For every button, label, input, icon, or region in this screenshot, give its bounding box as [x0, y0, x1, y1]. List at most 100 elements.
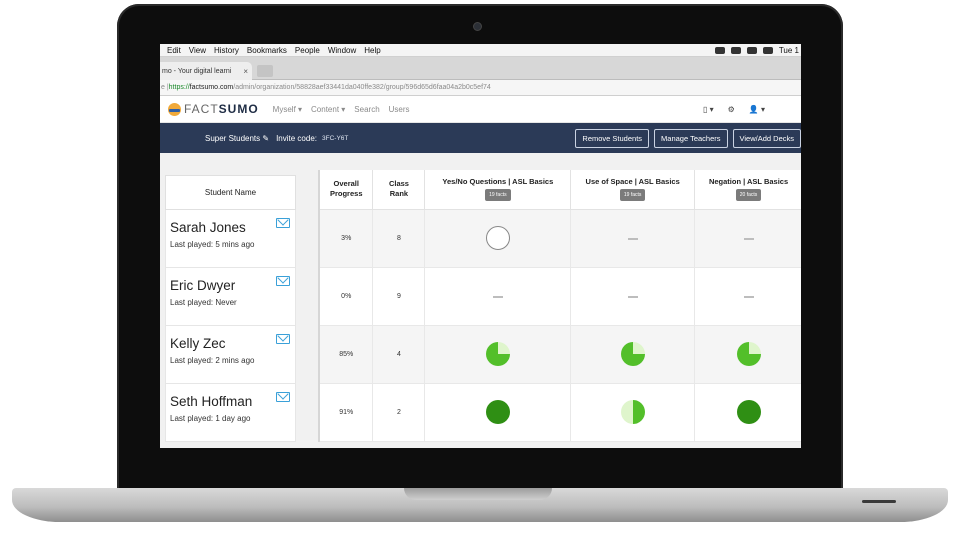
deck-progress-cell[interactable] — [570, 383, 696, 442]
device-menu-icon[interactable]: ▯ ▾ — [703, 105, 714, 114]
url-prefix: e | — [161, 84, 169, 91]
deck-progress-cell[interactable] — [424, 267, 572, 326]
not-started-dash-icon[interactable] — [743, 295, 754, 298]
menu-help[interactable]: Help — [364, 46, 380, 55]
last-played: Last played: 5 mins ago — [170, 240, 255, 249]
menu-people[interactable]: People — [295, 46, 320, 55]
progress-pie-icon[interactable] — [485, 342, 510, 366]
progress-pie-icon[interactable] — [620, 400, 645, 424]
menu-bookmarks[interactable]: Bookmarks — [247, 46, 287, 55]
mail-icon[interactable] — [276, 276, 290, 286]
nav-users[interactable]: Users — [389, 105, 410, 114]
progress-pie-icon[interactable] — [736, 400, 761, 424]
main-content: Student Name Sarah Jones Last played: 5 … — [160, 153, 801, 448]
url-path: /admin/organization/58828aef33441da040ff… — [233, 84, 491, 91]
last-played: Last played: 2 mins ago — [170, 356, 255, 365]
overall-progress-cell: 0% — [320, 267, 374, 326]
deck-progress-cell[interactable] — [424, 209, 572, 268]
student-row[interactable]: Kelly Zec Last played: 2 mins ago — [165, 326, 296, 384]
student-row[interactable]: Seth Hoffman Last played: 1 day ago — [165, 384, 296, 442]
address-bar[interactable]: e | https:// factsumo.com /admin/organiz… — [160, 80, 801, 96]
invite-code-label: Invite code: — [276, 133, 317, 143]
mail-icon[interactable] — [276, 392, 290, 402]
deck-title: Negation | ASL Basics — [708, 177, 789, 187]
remove-students-button[interactable]: Remove Students — [575, 128, 650, 148]
overall-progress-cell: 3% — [320, 209, 374, 268]
battery-icon[interactable] — [762, 46, 773, 54]
last-played: Last played: 1 day ago — [170, 414, 251, 423]
tab-title: mo - Your digital learni — [162, 67, 232, 75]
browser-tabbar: mo - Your digital learni × — [160, 57, 801, 80]
laptop-indicator — [862, 500, 896, 503]
fact-count-badge: 20 facts — [735, 189, 762, 202]
fact-count-badge: 19 facts — [485, 189, 511, 202]
progress-row: 0% 9 — [320, 267, 801, 326]
logo-text-sumo[interactable]: SUMO — [219, 102, 259, 116]
invite-code: 3FC-Y6T — [322, 134, 349, 142]
deck-progress-cell[interactable] — [570, 325, 696, 384]
wifi-icon[interactable] — [730, 46, 741, 54]
deck-title: Yes/No Questions | ASL Basics — [442, 177, 554, 187]
progress-pie-icon[interactable] — [736, 342, 761, 366]
class-rank-cell: 9 — [372, 267, 426, 326]
not-started-dash-icon[interactable] — [492, 295, 503, 298]
deck-header[interactable]: Negation | ASL Basics 20 facts — [694, 170, 801, 210]
manage-teachers-button[interactable]: Manage Teachers — [654, 128, 728, 148]
nav-myself[interactable]: Myself ▾ — [273, 105, 302, 114]
url-host: factsumo.com — [189, 84, 234, 91]
deck-progress-cell[interactable] — [694, 267, 801, 326]
deck-progress-cell[interactable] — [694, 383, 801, 442]
not-started-dash-icon[interactable] — [743, 237, 754, 240]
deck-progress-cell[interactable] — [694, 325, 801, 384]
deck-header[interactable]: Yes/No Questions | ASL Basics 19 facts — [424, 170, 572, 210]
nav-content[interactable]: Content ▾ — [311, 105, 345, 114]
laptop-notch — [404, 488, 552, 500]
class-rank-cell: 2 — [372, 383, 426, 442]
deck-progress-cell[interactable] — [694, 209, 801, 268]
progress-row: 3% 8 — [320, 209, 801, 268]
deck-header[interactable]: Use of Space | ASL Basics 19 facts — [570, 170, 696, 210]
fact-count-badge: 19 facts — [619, 189, 646, 202]
view-add-decks-button[interactable]: View/Add Decks — [732, 128, 801, 148]
deck-title: Use of Space | ASL Basics — [585, 177, 680, 187]
progress-row: 85% 4 — [320, 325, 801, 384]
menu-history[interactable]: History — [214, 46, 239, 55]
deck-progress-cell[interactable] — [570, 267, 696, 326]
group-name[interactable]: Super Students ✎ — [205, 134, 269, 143]
site-header: FACT SUMO Myself ▾ Content ▾ Search User… — [160, 96, 801, 123]
deck-progress-cell[interactable] — [424, 325, 572, 384]
gear-icon[interactable]: ⚙ — [728, 105, 735, 114]
student-row[interactable]: Sarah Jones Last played: 5 mins ago — [165, 210, 296, 268]
camera-icon — [473, 22, 482, 31]
not-started-dash-icon[interactable] — [627, 295, 638, 298]
logo-text-fact[interactable]: FACT — [184, 102, 219, 116]
dropbox-icon[interactable] — [714, 46, 725, 54]
menu-view[interactable]: View — [189, 46, 206, 55]
deck-progress-cell[interactable] — [424, 383, 572, 442]
screen: Edit View History Bookmarks People Windo… — [160, 44, 801, 448]
browser-tab[interactable]: mo - Your digital learni × — [160, 62, 252, 80]
mail-icon[interactable] — [276, 334, 290, 344]
nav-search[interactable]: Search — [354, 105, 379, 114]
progress-pie-icon[interactable] — [485, 400, 510, 424]
new-tab-button[interactable] — [257, 65, 273, 77]
not-started-dash-icon[interactable] — [627, 237, 638, 240]
progress-pie-icon[interactable] — [620, 342, 645, 366]
class-rank-header: Class Rank — [372, 170, 426, 210]
factsumo-logo-icon[interactable] — [168, 102, 181, 116]
airplay-icon[interactable] — [746, 46, 757, 54]
url-scheme: https:// — [168, 84, 190, 91]
student-name-header: Student Name — [165, 175, 296, 210]
mail-icon[interactable] — [276, 218, 290, 228]
menu-edit[interactable]: Edit — [167, 46, 181, 55]
deck-progress-cell[interactable] — [570, 209, 696, 268]
close-tab-icon[interactable]: × — [243, 67, 252, 76]
overall-progress-cell: 85% — [320, 325, 374, 384]
header-line: Class — [388, 179, 409, 189]
student-row[interactable]: Eric Dwyer Last played: Never — [165, 268, 296, 326]
menu-window[interactable]: Window — [328, 46, 356, 55]
user-menu-icon[interactable]: 👤 ▾ — [749, 105, 765, 114]
progress-pie-icon[interactable] — [485, 226, 510, 250]
progress-row: 91% 2 — [320, 383, 801, 442]
menubar-clock: Tue 1 — [778, 45, 799, 55]
